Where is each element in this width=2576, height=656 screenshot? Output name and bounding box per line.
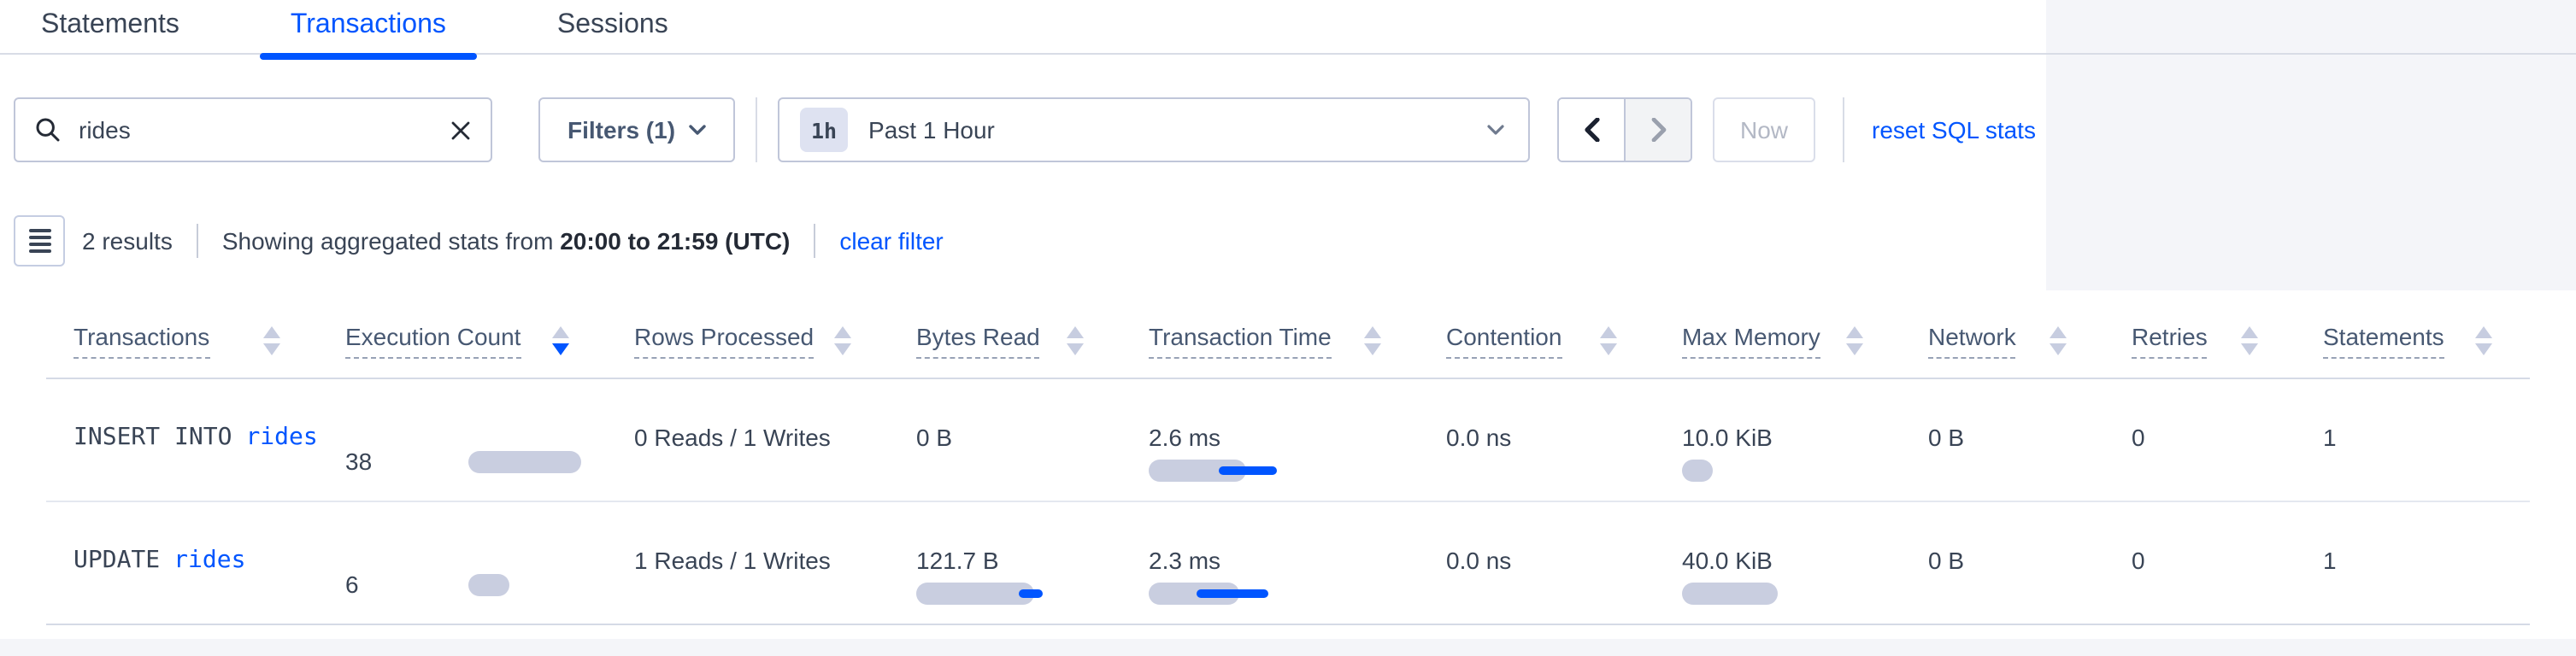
transaction-fingerprint: INSERT INTOrides bbox=[46, 379, 318, 501]
sort-arrows-icon bbox=[2241, 326, 2258, 355]
column-header-rows-processed[interactable]: Rows Processed bbox=[607, 290, 889, 378]
column-header-network[interactable]: Network bbox=[1901, 290, 2104, 378]
time-range-badge: 1h bbox=[800, 108, 848, 152]
column-header-retries[interactable]: Retries bbox=[2104, 290, 2296, 378]
table-header-row: Transactions Execution Count Rows Proces… bbox=[46, 290, 2530, 379]
transaction-link[interactable]: rides bbox=[245, 424, 317, 451]
transaction-time-marker bbox=[1219, 466, 1277, 475]
retries-cell: 0 bbox=[2104, 379, 2296, 501]
transaction-time-cell: 2.6 ms bbox=[1121, 379, 1419, 501]
now-button[interactable]: Now bbox=[1713, 97, 1815, 162]
search-input[interactable] bbox=[75, 114, 446, 145]
bytes-read-cell: 0 B bbox=[889, 379, 1121, 501]
bytes-read-marker bbox=[1019, 589, 1043, 598]
sort-arrows-icon bbox=[1846, 326, 1863, 355]
toolbar-divider bbox=[756, 97, 757, 162]
max-memory-cell: 10.0 KiB bbox=[1655, 379, 1901, 501]
column-header-max-memory[interactable]: Max Memory bbox=[1655, 290, 1901, 378]
transaction-fingerprint: UPDATErides bbox=[46, 502, 318, 624]
search-icon bbox=[36, 118, 60, 142]
sort-arrows-icon bbox=[552, 326, 569, 355]
bytes-read-cell: 121.7 B bbox=[889, 502, 1121, 624]
table-row: UPDATErides 6 1 Reads / 1 Writes 121.7 B… bbox=[46, 502, 2530, 625]
column-header-execution-count[interactable]: Execution Count bbox=[318, 290, 607, 378]
tab-statements[interactable]: Statements bbox=[10, 0, 210, 53]
column-header-contention[interactable]: Contention bbox=[1419, 290, 1655, 378]
bytes-read-bar bbox=[916, 583, 1034, 605]
transaction-link[interactable]: rides bbox=[173, 547, 245, 574]
filters-button[interactable]: Filters (1) bbox=[538, 97, 735, 162]
sort-arrows-icon bbox=[834, 326, 851, 355]
sort-arrows-icon bbox=[2475, 326, 2492, 355]
execution-count-cell: 6 bbox=[318, 502, 607, 624]
chevron-down-icon bbox=[689, 125, 706, 135]
sort-arrows-icon bbox=[1600, 326, 1617, 355]
rows-processed-cell: 1 Reads / 1 Writes bbox=[607, 502, 889, 624]
toolbar: Filters (1) 1h Past 1 Hour Now reset SQL… bbox=[14, 97, 2036, 162]
aggregated-stats-text: Showing aggregated stats from 20:00 to 2… bbox=[222, 227, 791, 255]
column-header-transactions[interactable]: Transactions bbox=[46, 290, 318, 378]
statements-cell: 1 bbox=[2296, 502, 2530, 624]
search-box bbox=[14, 97, 492, 162]
filters-label: Filters (1) bbox=[568, 116, 675, 144]
column-selector-button[interactable] bbox=[14, 215, 65, 266]
separator bbox=[197, 224, 198, 258]
tab-sessions[interactable]: Sessions bbox=[526, 0, 699, 53]
clear-filter-link[interactable]: clear filter bbox=[839, 227, 943, 255]
max-memory-cell: 40.0 KiB bbox=[1655, 502, 1901, 624]
time-range-label: Past 1 Hour bbox=[868, 116, 995, 144]
results-bar: 2 results Showing aggregated stats from … bbox=[14, 215, 944, 266]
time-range-picker[interactable]: 1h Past 1 Hour bbox=[778, 97, 1530, 162]
network-cell: 0 B bbox=[1901, 502, 2104, 624]
sort-arrows-icon bbox=[263, 326, 280, 355]
contention-cell: 0.0 ns bbox=[1419, 502, 1655, 624]
execution-count-bar bbox=[468, 450, 581, 472]
max-memory-bar bbox=[1682, 583, 1778, 605]
stats-time-range: 20:00 to 21:59 (UTC) bbox=[560, 227, 790, 255]
column-header-bytes-read[interactable]: Bytes Read bbox=[889, 290, 1121, 378]
toolbar-divider-2 bbox=[1843, 97, 1844, 162]
network-cell: 0 B bbox=[1901, 379, 2104, 501]
tab-transactions[interactable]: Transactions bbox=[260, 0, 477, 53]
sort-arrows-icon bbox=[1067, 326, 1084, 355]
sql-activity-page: Statements Transactions Sessions Filters… bbox=[0, 0, 2576, 656]
reset-sql-stats-link[interactable]: reset SQL stats bbox=[1872, 116, 2036, 144]
clear-search-icon[interactable] bbox=[446, 116, 473, 144]
time-nav-group bbox=[1557, 97, 1692, 162]
table-row: INSERT INTOrides 38 0 Reads / 1 Writes 0… bbox=[46, 379, 2530, 502]
transaction-time-cell: 2.3 ms bbox=[1121, 502, 1419, 624]
statements-cell: 1 bbox=[2296, 379, 2530, 501]
sort-arrows-icon bbox=[2050, 326, 2067, 355]
column-header-statements[interactable]: Statements bbox=[2296, 290, 2530, 378]
retries-cell: 0 bbox=[2104, 502, 2296, 624]
sort-arrows-icon bbox=[1364, 326, 1381, 355]
tab-bar: Statements Transactions Sessions bbox=[10, 0, 699, 53]
execution-count-cell: 38 bbox=[318, 379, 607, 501]
results-count: 2 results bbox=[82, 227, 173, 255]
contention-cell: 0.0 ns bbox=[1419, 379, 1655, 501]
next-interval-button[interactable] bbox=[1624, 99, 1691, 161]
separator bbox=[814, 224, 815, 258]
previous-interval-button[interactable] bbox=[1559, 99, 1624, 161]
rows-processed-cell: 0 Reads / 1 Writes bbox=[607, 379, 889, 501]
execution-count-bar bbox=[468, 573, 509, 595]
transaction-time-marker bbox=[1197, 589, 1268, 598]
transactions-table: Transactions Execution Count Rows Proces… bbox=[46, 290, 2530, 625]
column-header-transaction-time[interactable]: Transaction Time bbox=[1121, 290, 1419, 378]
max-memory-bar bbox=[1682, 460, 1713, 482]
chevron-down-icon bbox=[1487, 125, 1504, 135]
